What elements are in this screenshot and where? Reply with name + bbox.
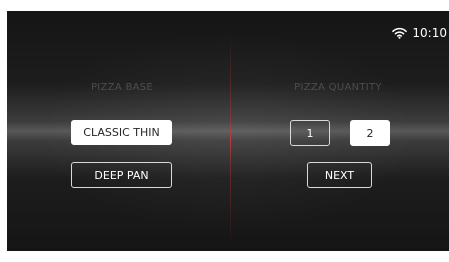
status-bar: 10:10 xyxy=(392,25,447,41)
pizza-quantity-heading: PIZZA QUANTITY xyxy=(294,82,382,93)
pizza-base-heading: PIZZA BASE xyxy=(90,82,154,93)
deep-pan-button[interactable]: DEEP PAN xyxy=(71,162,172,188)
wifi-icon xyxy=(392,27,408,39)
classic-thin-button[interactable]: CLASSIC THIN xyxy=(71,120,172,145)
app-screen: 10:10 PIZZA BASE CLASSIC THIN DEEP PAN P… xyxy=(7,11,449,251)
next-button[interactable]: NEXT xyxy=(307,162,372,188)
quantity-2-button[interactable]: 2 xyxy=(350,120,390,146)
quantity-1-button[interactable]: 1 xyxy=(290,120,330,146)
center-divider xyxy=(230,29,231,251)
status-time: 10:10 xyxy=(412,26,447,40)
